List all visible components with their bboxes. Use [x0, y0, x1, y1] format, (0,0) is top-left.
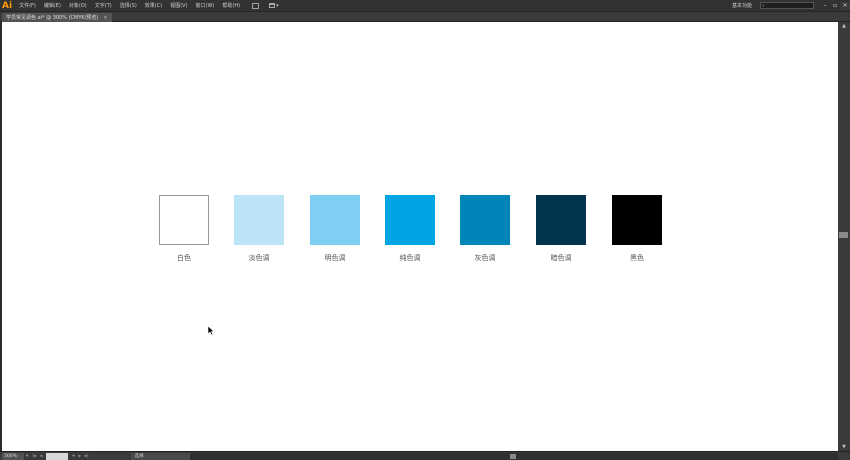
scroll-up-icon[interactable]: ▲	[838, 22, 850, 30]
last-artboard-icon[interactable]: ▸|	[85, 454, 89, 459]
zoom-level-field[interactable]: 300%	[2, 452, 24, 460]
document-tab-title: 学员常见调色.ai* @ 300% (CMYK/预览)	[6, 15, 99, 21]
menu-edit[interactable]: 编辑(E)	[40, 2, 65, 9]
swatch-gray-tone[interactable]	[460, 195, 510, 245]
swatch-label-white: 白色	[177, 254, 191, 262]
search-icon: ⌕	[762, 3, 765, 9]
swatch-dark-tone[interactable]	[536, 195, 586, 245]
swatch-pale-tone[interactable]	[234, 195, 284, 245]
swatch-label-gray-tone: 灰色调	[474, 254, 496, 262]
bridge-icon[interactable]	[252, 2, 260, 9]
menu-window[interactable]: 窗口(W)	[192, 2, 219, 9]
swatch-label-pale-tone: 淡色调	[248, 254, 270, 262]
restore-button[interactable]: ▫	[830, 2, 840, 10]
swatch-white[interactable]	[159, 195, 209, 245]
minimize-button[interactable]: –	[820, 2, 830, 10]
artboard-canvas[interactable]: 白色 淡色调 明色调 纯色调 灰色调 暗色调 黑色	[2, 22, 838, 451]
menu-select[interactable]: 选择(S)	[116, 2, 141, 9]
menu-file[interactable]: 文件(F)	[15, 2, 40, 9]
menu-help[interactable]: 帮助(H)	[218, 2, 244, 9]
first-artboard-icon[interactable]: |◂	[32, 454, 36, 459]
status-readout[interactable]: 选择	[130, 452, 191, 460]
document-tab[interactable]: 学员常见调色.ai* @ 300% (CMYK/预览) ×	[2, 13, 112, 22]
menu-type[interactable]: 文字(T)	[91, 2, 116, 9]
swatch-pure-tone[interactable]	[385, 195, 435, 245]
artboard-number-field[interactable]	[46, 452, 69, 460]
vertical-scrollbar[interactable]: ▲ ▼	[838, 22, 850, 451]
tab-bar: 学员常见调色.ai* @ 300% (CMYK/预览) ×	[0, 12, 850, 22]
horizontal-scrollbar[interactable]	[190, 453, 838, 460]
swatch-bright-tone[interactable]	[310, 195, 360, 245]
close-window-button[interactable]: ×	[840, 1, 850, 10]
close-tab-icon[interactable]: ×	[103, 15, 107, 21]
workspace-switcher[interactable]: 基本功能	[732, 2, 752, 9]
artboard-dropdown-icon[interactable]: ▾	[72, 454, 74, 459]
zoom-dropdown-icon[interactable]: ▾	[26, 454, 28, 459]
mouse-cursor-icon	[208, 326, 215, 336]
swatch-label-pure-tone: 纯色调	[399, 254, 421, 262]
arrange-documents-icon[interactable]: ▾	[269, 3, 279, 9]
swatch-label-black: 黑色	[630, 254, 644, 262]
menu-bar: Ai 文件(F) 编辑(E) 对象(O) 文字(T) 选择(S) 效果(C) 视…	[0, 0, 850, 12]
previous-artboard-icon[interactable]: ◂	[40, 454, 42, 459]
next-artboard-icon[interactable]: ▸	[79, 454, 81, 459]
menu-view[interactable]: 视图(V)	[166, 2, 191, 9]
swatch-label-bright-tone: 明色调	[324, 254, 346, 262]
swatch-black[interactable]	[612, 195, 662, 245]
app-logo: Ai	[2, 0, 13, 11]
scroll-down-icon[interactable]: ▼	[838, 443, 850, 451]
horizontal-scroll-thumb[interactable]	[510, 454, 516, 459]
swatch-label-dark-tone: 暗色调	[550, 254, 572, 262]
search-input[interactable]: ⌕	[760, 2, 814, 9]
vertical-scroll-thumb[interactable]	[839, 232, 848, 238]
menu-effect[interactable]: 效果(C)	[141, 2, 166, 9]
menu-object[interactable]: 对象(O)	[65, 2, 91, 9]
status-bar: 300% ▾ |◂ ◂ ▾ ▸ ▸| 选择	[0, 451, 850, 460]
